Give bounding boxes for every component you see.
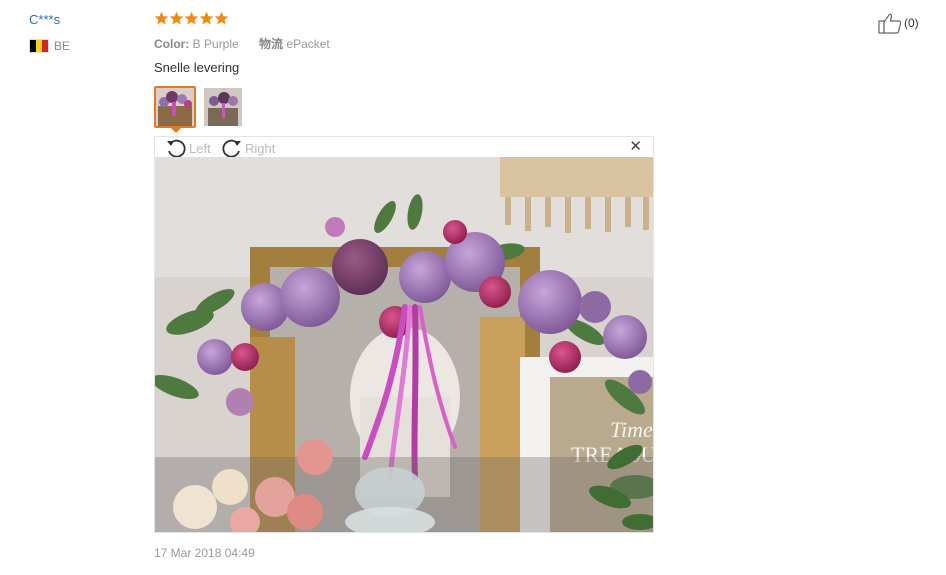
star-icon <box>184 11 199 25</box>
review-date: 17 Mar 2018 04:49 <box>154 546 255 560</box>
rotate-right-icon <box>222 139 241 158</box>
review-text: Snelle levering <box>154 60 240 75</box>
image-viewer: Left Right ✕ Time TREASU <box>154 136 654 533</box>
star-icon <box>154 11 169 25</box>
rotate-left-button[interactable]: Left <box>165 138 211 158</box>
review-thumbnail[interactable] <box>202 86 244 128</box>
review-thumbnail[interactable] <box>154 86 196 128</box>
attr-shipping-value: ePacket <box>286 37 330 51</box>
reviewer-name: C***s <box>29 12 61 27</box>
photo-text-top: Time <box>610 417 653 442</box>
country-code: BE <box>54 39 71 53</box>
rotate-left-label: Left <box>189 140 211 156</box>
rotate-left-icon <box>167 139 186 158</box>
order-attributes: Color: B Purple 物流 ePacket <box>154 35 347 52</box>
attr-color-value: B Purple <box>192 37 239 51</box>
active-thumbnail-indicator <box>170 127 182 133</box>
close-icon[interactable]: ✕ <box>629 139 642 154</box>
star-rating <box>154 11 229 26</box>
thumbs-up-icon <box>878 13 902 34</box>
review-photo: Time TREASU <box>155 157 653 532</box>
attr-shipping-key: 物流 <box>259 37 284 51</box>
star-icon <box>169 11 184 25</box>
viewer-toolbar: Left Right ✕ <box>155 137 653 158</box>
helpful-button[interactable]: (0) <box>878 12 919 34</box>
attr-color-key: Color: <box>154 37 190 51</box>
review-thumbnails <box>154 86 244 128</box>
star-icon <box>214 11 229 25</box>
helpful-count: (0) <box>904 16 919 30</box>
star-icon <box>199 11 214 25</box>
rotate-right-button[interactable]: Right <box>221 138 275 158</box>
belgium-flag-icon <box>29 39 49 53</box>
reviewer-country: BE <box>29 38 70 54</box>
rotate-right-label: Right <box>245 140 276 156</box>
